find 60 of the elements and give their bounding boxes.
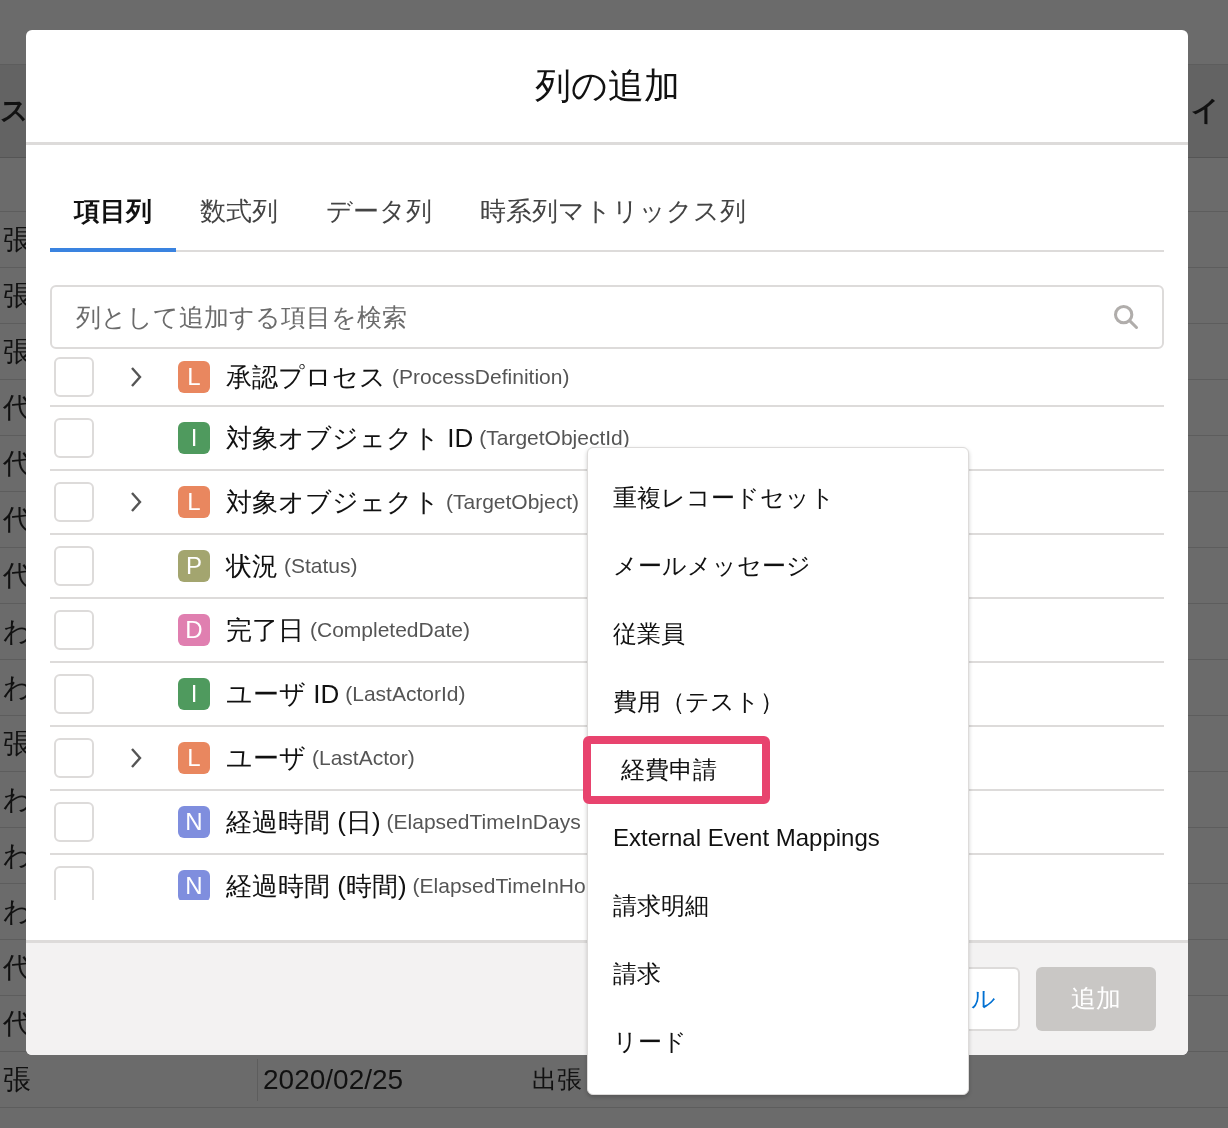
field-api-name: (TargetObjectId): [479, 425, 630, 452]
field-type-badge: L: [178, 742, 210, 774]
field-type-badge: L: [178, 486, 210, 518]
checkbox[interactable]: [54, 546, 94, 586]
checkbox[interactable]: [54, 482, 94, 522]
menu-item[interactable]: 経費申請: [583, 736, 770, 804]
field-label: ユーザ ID: [226, 677, 340, 711]
field-label: 完了日: [226, 613, 304, 647]
tab[interactable]: 時系列マトリックス列: [456, 175, 770, 252]
field-type-badge: N: [178, 870, 210, 900]
chevron-right-icon[interactable]: [128, 746, 144, 770]
menu-item[interactable]: リード: [588, 1008, 968, 1076]
field-type-badge: D: [178, 614, 210, 646]
field-type-badge: N: [178, 806, 210, 838]
tab[interactable]: データ列: [302, 175, 456, 252]
menu-item[interactable]: 従業員: [588, 600, 968, 668]
field-api-name: (ElapsedTimeInHo: [412, 873, 586, 900]
field-label: 状況: [226, 549, 278, 583]
checkbox[interactable]: [54, 418, 94, 458]
field-api-name: (Status): [284, 553, 358, 580]
menu-item[interactable]: 重複レコードセット: [588, 464, 968, 532]
field-api-name: (ElapsedTimeInDays: [386, 809, 581, 836]
checkbox[interactable]: [54, 357, 94, 397]
chevron-right-icon[interactable]: [128, 490, 144, 514]
table-cell-text: 張: [2, 1062, 31, 1097]
field-type-badge: I: [178, 422, 210, 454]
field-type-badge: P: [178, 550, 210, 582]
field-api-name: (CompletedDate): [310, 617, 470, 644]
search-field[interactable]: 列として追加する項目を検索: [50, 285, 1164, 349]
table-cell-text: 出張: [531, 1063, 582, 1095]
field-label: 承認プロセス: [226, 360, 386, 394]
menu-item[interactable]: 請求明細: [588, 872, 968, 940]
menu-item[interactable]: External Event Mappings: [588, 804, 968, 872]
field-label: 対象オブジェクト: [226, 485, 440, 519]
chevron-right-icon[interactable]: [128, 365, 144, 389]
field-label: 対象オブジェクト ID: [226, 421, 474, 455]
menu-item[interactable]: 請求: [588, 940, 968, 1008]
table-cell: 2020/02/25: [257, 1058, 530, 1101]
checkbox[interactable]: [54, 674, 94, 714]
menu-item[interactable]: メールメッセージ: [588, 532, 968, 600]
checkbox[interactable]: [54, 866, 94, 900]
field-label: 経過時間 (時間): [226, 869, 407, 900]
field-api-name: (TargetObject): [446, 489, 580, 516]
field-api-name: (LastActor): [312, 745, 415, 772]
field-api-name: (LastActorId): [345, 681, 466, 708]
field-label: ユーザ: [226, 741, 306, 775]
field-api-name: (ProcessDefinition): [392, 364, 570, 391]
tab[interactable]: 項目列: [50, 175, 176, 252]
column-header: イ: [1191, 94, 1221, 128]
dialog-title: 列の追加: [534, 64, 680, 108]
checkbox[interactable]: [54, 738, 94, 778]
field-type-badge: L: [178, 361, 210, 393]
search-icon: [1112, 303, 1140, 331]
menu-item[interactable]: 費用（テスト）: [588, 668, 968, 736]
checkbox[interactable]: [54, 802, 94, 842]
tab[interactable]: 数式列: [176, 175, 302, 252]
field-label: 経過時間 (日): [226, 805, 381, 839]
column-header: ス: [0, 94, 29, 128]
field-type-badge: I: [178, 678, 210, 710]
checkbox[interactable]: [54, 610, 94, 650]
